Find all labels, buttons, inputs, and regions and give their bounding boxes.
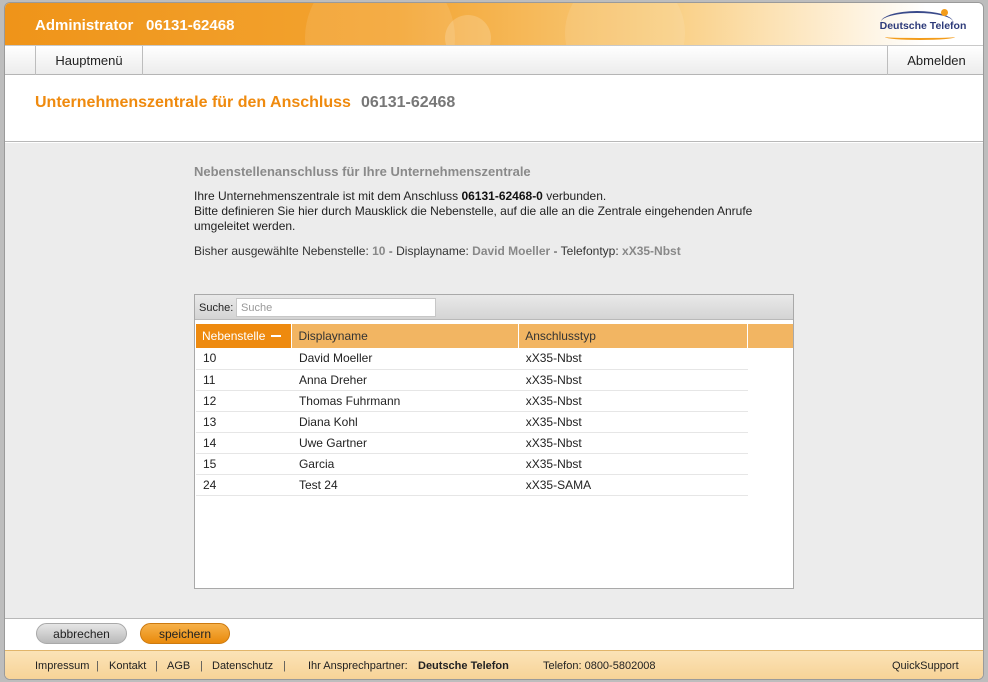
cancel-button[interactable]: abbrechen	[36, 623, 127, 644]
phonetype-label: - Telefontyp:	[550, 244, 623, 258]
save-button[interactable]: speichern	[140, 623, 230, 644]
cell-displayname: Uwe Gartner	[291, 432, 519, 454]
cell-displayname: Anna Dreher	[291, 369, 519, 391]
table-row[interactable]: 12 Thomas Fuhrmann xX35-Nbst	[196, 390, 748, 412]
section-title: Nebenstellenanschluss für Ihre Unternehm…	[194, 164, 531, 179]
cell-displayname: Diana Kohl	[291, 411, 519, 433]
column-header-displayname[interactable]: Displayname	[291, 324, 520, 348]
table-header-row: Nebenstelle Displayname Anschlusstyp	[196, 324, 748, 348]
footer-link-datenschutz[interactable]: Datenschutz	[212, 660, 273, 672]
cell-displayname: Test 24	[291, 474, 519, 496]
table-header-filler	[748, 324, 793, 348]
main-menu-button[interactable]: Hauptmenü	[35, 46, 143, 75]
cell-type: xX35-Nbst	[518, 348, 748, 370]
cell-type: xX35-Nbst	[518, 411, 748, 433]
page-title-number: 06131-62468	[361, 94, 456, 111]
current-extension: 10	[372, 244, 386, 258]
cell-displayname: Garcia	[291, 453, 519, 475]
action-bar: abbrechen speichern	[5, 618, 983, 650]
current-label: Bisher ausgewählte Nebenstelle:	[194, 244, 373, 258]
footer-link-impressum[interactable]: Impressum	[35, 660, 89, 672]
cell-extension: 12	[196, 390, 292, 412]
column-header-anschlusstyp[interactable]: Anschlusstyp	[518, 324, 748, 348]
nav-bar: Hauptmenü Abmelden	[5, 45, 983, 75]
sort-indicator-icon	[271, 334, 282, 337]
header-phone-number: 06131-62468	[146, 17, 235, 34]
footer: Impressum | Kontakt | AGB | Datenschutz …	[5, 650, 983, 679]
cell-extension: 14	[196, 432, 292, 454]
footer-separator: |	[283, 660, 286, 672]
current-phonetype: xX35-Nbst	[622, 244, 681, 258]
cell-type: xX35-Nbst	[518, 453, 748, 475]
desc-text: Ihre Unternehmenszentrale ist mit dem An…	[194, 189, 462, 203]
cell-extension: 11	[196, 369, 292, 391]
cell-extension: 10	[196, 348, 292, 370]
table-row[interactable]: 13 Diana Kohl xX35-Nbst	[196, 411, 748, 433]
desc-instruction: Bitte definieren Sie hier durch Mausklic…	[194, 204, 753, 233]
footer-separator: |	[96, 660, 99, 672]
cell-extension: 13	[196, 411, 292, 433]
page-title: Unternehmenszentrale für den Anschluss	[35, 94, 351, 111]
column-header-nebenstelle[interactable]: Nebenstelle	[196, 324, 293, 348]
footer-separator: |	[155, 660, 158, 672]
footer-link-kontakt[interactable]: Kontakt	[109, 660, 146, 672]
search-label: Suche:	[199, 302, 234, 314]
logo-dot	[941, 9, 948, 16]
logo-text: Deutsche Telefon	[879, 20, 967, 32]
main-content: Nebenstellenanschluss für Ihre Unternehm…	[5, 143, 983, 618]
page-title-area: Unternehmenszentrale für den Anschluss 0…	[5, 75, 983, 142]
company-logo: Deutsche Telefon	[875, 7, 971, 41]
footer-partner-label: Ihr Ansprechpartner:	[308, 660, 408, 672]
cell-displayname: Thomas Fuhrmann	[291, 390, 519, 412]
table-row[interactable]: 24 Test 24 xX35-SAMA	[196, 474, 748, 496]
logo-swoosh	[885, 34, 955, 40]
footer-separator: |	[200, 660, 203, 672]
desc-text: verbunden.	[542, 189, 607, 203]
table-row[interactable]: 15 Garcia xX35-Nbst	[196, 453, 748, 475]
footer-link-agb[interactable]: AGB	[167, 660, 190, 672]
column-header-label: Nebenstelle	[202, 329, 266, 343]
section-description: Ihre Unternehmenszentrale ist mit dem An…	[194, 189, 794, 234]
current-selection: Bisher ausgewählte Nebenstelle: 10 - Dis…	[194, 244, 681, 258]
cell-extension: 15	[196, 453, 292, 475]
logout-button[interactable]: Abmelden	[887, 46, 983, 75]
cell-type: xX35-Nbst	[518, 390, 748, 412]
cell-type: xX35-SAMA	[518, 474, 748, 496]
top-header: Administrator 06131-62468 Deutsche Telef…	[5, 3, 983, 113]
cell-extension: 24	[196, 474, 292, 496]
desc-number: 06131-62468-0	[461, 189, 543, 203]
extension-table: Nebenstelle Displayname Anschlusstyp 10 …	[196, 324, 748, 496]
footer-partner-name: Deutsche Telefon	[418, 660, 509, 672]
extension-table-panel: Suche: Nebenstelle Displayname Anschluss…	[194, 294, 794, 589]
cell-type: xX35-Nbst	[518, 369, 748, 391]
displayname-label: - Displayname:	[385, 244, 473, 258]
table-row[interactable]: 14 Uwe Gartner xX35-Nbst	[196, 432, 748, 454]
table-row[interactable]: 11 Anna Dreher xX35-Nbst	[196, 369, 748, 391]
search-input[interactable]	[236, 298, 436, 317]
current-displayname: David Moeller	[472, 244, 551, 258]
search-bar: Suche:	[195, 295, 793, 320]
quicksupport-link[interactable]: QuickSupport	[892, 660, 959, 672]
app-window: Administrator 06131-62468 Deutsche Telef…	[4, 2, 984, 680]
cell-type: xX35-Nbst	[518, 432, 748, 454]
table-row[interactable]: 10 David Moeller xX35-Nbst	[196, 348, 748, 370]
cell-displayname: David Moeller	[291, 348, 519, 370]
user-role: Administrator	[35, 17, 134, 34]
footer-phone: Telefon: 0800-5802008	[543, 660, 656, 672]
